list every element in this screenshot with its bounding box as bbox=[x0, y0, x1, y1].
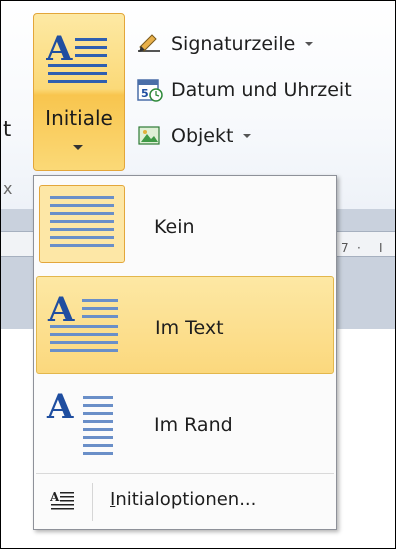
menu-separator bbox=[36, 473, 334, 474]
menu-item-label: Kein bbox=[154, 216, 195, 238]
initiale-label: Initiale bbox=[45, 106, 113, 130]
date-time-button[interactable]: 5 Datum und Uhrzeit bbox=[137, 73, 352, 107]
menu-item-label: Im Rand bbox=[154, 414, 233, 436]
object-label: Objekt bbox=[171, 125, 234, 147]
svg-text:A: A bbox=[46, 387, 74, 427]
menu-item-label: Im Text bbox=[155, 317, 224, 339]
svg-text:A: A bbox=[50, 490, 60, 504]
icon-divider bbox=[92, 483, 93, 521]
signature-line-label: Signaturzeile bbox=[171, 33, 296, 55]
cut-off-label: t bbox=[3, 117, 12, 141]
signature-line-icon bbox=[138, 34, 160, 52]
chevron-down-icon bbox=[305, 42, 314, 46]
ruler-tick: I bbox=[379, 241, 383, 255]
drop-cap-options-icon: A bbox=[50, 490, 74, 510]
drop-cap-menu: Kein A Im Text A Im Rand A Initialoption… bbox=[33, 175, 337, 530]
date-time-label: Datum und Uhrzeit bbox=[171, 79, 352, 101]
svg-text:A: A bbox=[47, 290, 75, 330]
object-button[interactable]: Objekt bbox=[137, 119, 252, 153]
date-time-icon: 5 bbox=[137, 79, 163, 102]
initiale-button[interactable]: A Initiale bbox=[33, 13, 125, 171]
svg-text:A: A bbox=[46, 29, 73, 69]
drop-cap-in-text-icon: A bbox=[40, 287, 126, 365]
drop-cap-none-icon bbox=[39, 185, 125, 263]
object-icon bbox=[138, 126, 160, 145]
drop-cap-options-item[interactable]: A Initialoptionen... bbox=[36, 475, 334, 527]
menu-item-im-rand[interactable]: A Im Rand bbox=[36, 376, 334, 470]
menu-item-kein[interactable]: Kein bbox=[36, 179, 334, 273]
drop-cap-options-label: Initialoptionen... bbox=[110, 489, 257, 510]
ruler-tick: · bbox=[357, 241, 361, 255]
ribbon-group-caption: x bbox=[3, 179, 13, 198]
ruler-tick: 7 bbox=[341, 241, 349, 255]
chevron-down-icon bbox=[73, 145, 83, 150]
svg-text:5: 5 bbox=[141, 87, 149, 100]
menu-item-im-text[interactable]: A Im Text bbox=[36, 276, 334, 374]
drop-cap-in-margin-icon: A bbox=[39, 384, 125, 462]
chevron-down-icon bbox=[243, 134, 252, 138]
window-frame: t A Initiale Signaturzeile 5 Datum und U… bbox=[0, 0, 396, 549]
signature-line-button[interactable]: Signaturzeile bbox=[137, 27, 314, 61]
drop-cap-icon: A bbox=[46, 29, 107, 83]
